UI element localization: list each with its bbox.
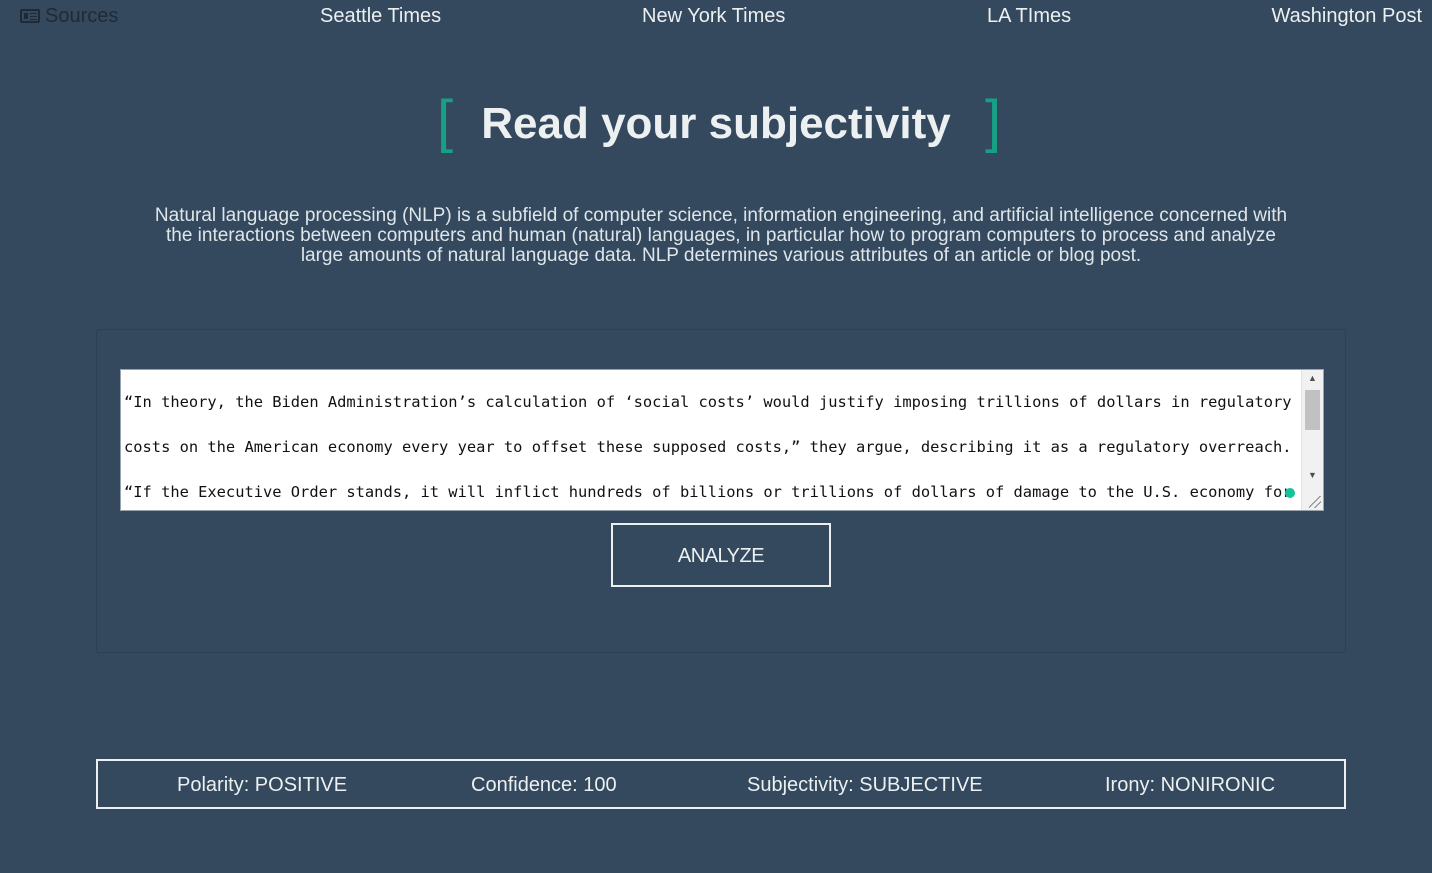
newspaper-icon — [20, 9, 40, 23]
title-bracket-open: [ — [437, 89, 454, 154]
intro-paragraph: Natural language processing (NLP) is a s… — [154, 205, 1288, 266]
scroll-up-arrow-icon[interactable]: ▲ — [1302, 370, 1323, 387]
textarea-scrollbar[interactable]: ▲ ▼ — [1301, 370, 1323, 510]
analyzer-panel: “In theory, the Biden Administration’s c… — [96, 329, 1346, 653]
title-bracket-close: ] — [985, 89, 1002, 154]
nav-link-la-times[interactable]: LA TImes — [987, 5, 1071, 28]
hero-title-block: [ Read your subjectivity ] — [0, 92, 1432, 156]
scroll-down-arrow-icon[interactable]: ▼ — [1302, 467, 1323, 484]
irony-result: Irony: NONIRONIC — [1105, 774, 1276, 796]
resize-handle-icon[interactable] — [1309, 496, 1321, 508]
article-text-input[interactable]: “In theory, the Biden Administration’s c… — [120, 369, 1324, 511]
analyze-button[interactable]: ANALYZE — [611, 523, 831, 587]
subjectivity-result: Subjectivity: SUBJECTIVE — [747, 774, 983, 796]
nav-link-seattle-times[interactable]: Seattle Times — [320, 5, 441, 28]
text-line: “In theory, the Biden Administration’s c… — [124, 393, 1292, 411]
text-line: “If the Executive Order stands, it will … — [124, 483, 1292, 501]
nav-link-new-york-times[interactable]: New York Times — [642, 5, 785, 28]
text-line: costs on the American economy every year… — [124, 438, 1292, 456]
scrollbar-thumb[interactable] — [1305, 390, 1320, 430]
grammar-checker-dot-icon[interactable] — [1285, 488, 1295, 498]
nav-sources-label: Sources — [45, 5, 119, 27]
results-bar: Polarity: POSITIVE Confidence: 100 Subje… — [96, 759, 1346, 809]
nav-link-washington-post[interactable]: Washington Post — [1272, 5, 1422, 28]
page-title: Read your subjectivity — [481, 99, 951, 148]
top-navigation: Sources Seattle Times New York Times LA … — [0, 0, 1432, 34]
nav-sources-link[interactable]: Sources — [20, 5, 118, 28]
polarity-result: Polarity: POSITIVE — [177, 774, 348, 796]
article-text-content[interactable]: “In theory, the Biden Administration’s c… — [124, 380, 1299, 510]
confidence-result: Confidence: 100 — [471, 774, 617, 796]
